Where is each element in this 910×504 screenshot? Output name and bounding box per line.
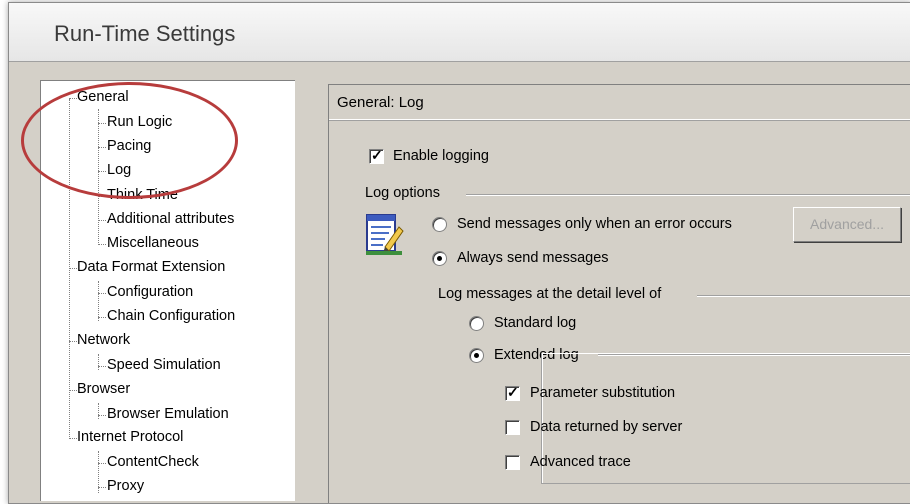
tree-item-miscellaneous[interactable]: Miscellaneous — [107, 235, 199, 251]
tree-item-think-time[interactable]: Think Time — [107, 187, 178, 203]
advanced-button[interactable]: Advanced... — [793, 207, 901, 242]
tree-connector — [69, 390, 77, 391]
checkmark-icon: ✓ — [507, 384, 519, 400]
tree-connector — [98, 487, 106, 488]
tree-connector — [98, 244, 106, 245]
tree-item-chain-configuration[interactable]: Chain Configuration — [107, 308, 235, 324]
tree-connector — [98, 171, 106, 172]
tree-connector — [69, 268, 77, 269]
tree-item-log[interactable]: Log — [107, 162, 131, 178]
tree-item-data-format-extension[interactable]: Data Format Extension — [77, 259, 225, 275]
extended-log-radio[interactable] — [469, 348, 484, 363]
enable-logging-label: Enable logging — [393, 148, 489, 164]
tree-connector — [98, 196, 106, 197]
tree-connector — [98, 415, 106, 416]
always-send-radio[interactable] — [432, 251, 447, 266]
radio-selected-dot — [474, 353, 479, 358]
title-bar: Run-Time Settings — [9, 3, 910, 62]
data-returned-checkbox[interactable] — [505, 420, 520, 435]
tree-item-proxy[interactable]: Proxy — [107, 478, 144, 494]
send-on-error-label: Send messages only when an error occurs — [457, 216, 732, 232]
tree-connector — [98, 354, 99, 370]
tree-item-pacing[interactable]: Pacing — [107, 138, 151, 154]
standard-log-label: Standard log — [494, 315, 577, 331]
tree-connector — [69, 438, 77, 439]
tree-connector — [98, 220, 106, 221]
tree-connector — [98, 123, 106, 124]
tree-item-network[interactable]: Network — [77, 332, 130, 348]
log-notepad-icon — [366, 214, 404, 255]
tree-item-run-logic[interactable]: Run Logic — [107, 114, 172, 130]
tree-connector — [98, 147, 106, 148]
standard-log-radio[interactable] — [469, 316, 484, 331]
tree-item-browser-emulation[interactable]: Browser Emulation — [107, 406, 229, 422]
tree-item-internet-protocol[interactable]: Internet Protocol — [77, 429, 183, 445]
advanced-trace-label: Advanced trace — [530, 454, 631, 470]
tree-connector — [98, 403, 99, 419]
log-options-divider — [466, 194, 910, 196]
enable-logging-checkbox[interactable]: ✓ — [369, 147, 384, 164]
tree-connector — [98, 317, 106, 318]
parameter-substitution-checkbox[interactable]: ✓ — [505, 384, 520, 401]
parameter-substitution-label: Parameter substitution — [530, 385, 676, 401]
panel-header-title: General: Log — [337, 94, 424, 111]
tree-item-browser[interactable]: Browser — [77, 381, 130, 397]
tree-connector — [98, 463, 106, 464]
tree-connector — [69, 99, 70, 439]
window-title: Run-Time Settings — [54, 21, 236, 46]
tree-item-contentcheck[interactable]: ContentCheck — [107, 454, 199, 470]
always-send-label: Always send messages — [457, 250, 609, 266]
tree-connector — [69, 341, 77, 342]
radio-selected-dot — [437, 256, 442, 261]
tree-connector — [98, 281, 99, 321]
tree-connector — [98, 293, 106, 294]
panel-header: General: Log — [329, 85, 910, 120]
advanced-trace-checkbox[interactable] — [505, 455, 520, 470]
tree-item-additional-attributes[interactable]: Additional attributes — [107, 211, 234, 227]
settings-tree: General Run Logic Pacing Log Think Time … — [40, 80, 295, 501]
tree-connector — [69, 98, 77, 99]
tree-item-general[interactable]: General — [77, 89, 129, 105]
screenshot-frame: Run-Time Settings General Run Logic Paci… — [0, 0, 910, 504]
detail-level-label: Log messages at the detail level of — [438, 286, 662, 302]
log-options-label: Log options — [365, 185, 440, 201]
send-on-error-radio[interactable] — [432, 217, 447, 232]
checkmark-icon: ✓ — [371, 147, 383, 163]
data-returned-label: Data returned by server — [530, 419, 683, 435]
tree-connector — [98, 109, 99, 245]
tree-item-speed-simulation[interactable]: Speed Simulation — [107, 357, 221, 373]
tree-connector — [98, 366, 106, 367]
detail-level-divider — [697, 295, 910, 297]
tree-item-configuration[interactable]: Configuration — [107, 284, 193, 300]
